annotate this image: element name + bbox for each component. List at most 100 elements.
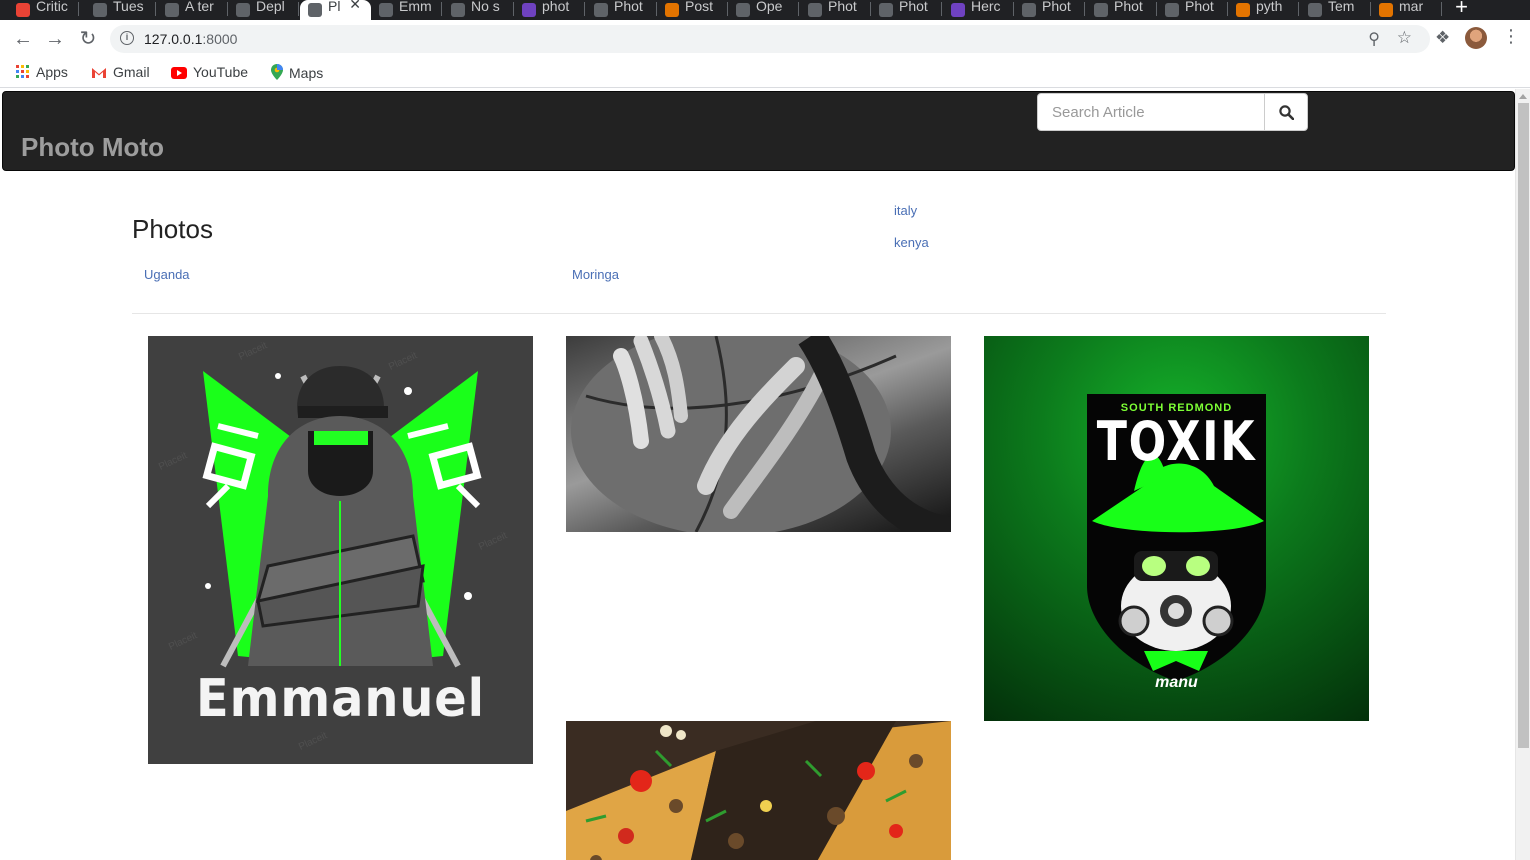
browser-tab[interactable]: No s: [443, 0, 514, 20]
photo-emmanuel[interactable]: Placeit Placeit Placeit Placeit Placeit …: [148, 336, 533, 764]
site-navbar: Photo Moto: [2, 91, 1515, 171]
browser-tab[interactable]: Phot: [871, 0, 942, 20]
location-link-italy[interactable]: italy: [894, 203, 917, 218]
search-input[interactable]: [1037, 93, 1265, 131]
bookmark-star-icon[interactable]: ☆: [1397, 28, 1412, 48]
browser-tab[interactable]: pyth: [1228, 0, 1299, 20]
tab-separator: [584, 2, 585, 16]
browser-tab[interactable]: mar: [1371, 0, 1442, 20]
tab-label: Post: [685, 0, 714, 14]
tab-separator: [1441, 2, 1442, 16]
category-link-uganda[interactable]: Uganda: [144, 267, 190, 282]
toxik-title: TOXIK: [1096, 410, 1257, 473]
tab-label: pyth: [1256, 0, 1283, 14]
tab-label: Critic: [36, 0, 68, 14]
bookmarks-bar: Apps Gmail YouTube Maps: [0, 58, 1530, 88]
tab-label: Phot: [1185, 0, 1214, 14]
toxik-badge-artwork: [1087, 394, 1266, 681]
tab-label: Phot: [828, 0, 857, 14]
category-link-moringa[interactable]: Moringa: [572, 267, 619, 282]
scrollbar-thumb[interactable]: [1518, 103, 1529, 748]
browser-tab[interactable]: Pl ✕: [300, 0, 371, 20]
bookmark-gmail[interactable]: Gmail: [91, 64, 150, 82]
tab-label: Herc: [971, 0, 1001, 14]
tab-label: Emm: [399, 0, 432, 14]
browser-tab[interactable]: Phot: [586, 0, 657, 20]
search-form: [1037, 93, 1309, 131]
tab-label: Phot: [1042, 0, 1071, 14]
apps-grid-icon: [16, 65, 30, 82]
forward-arrow-icon[interactable]: →: [44, 28, 66, 50]
browser-tab[interactable]: Phot: [1157, 0, 1228, 20]
reload-icon[interactable]: ↻: [77, 28, 99, 50]
tab-label: Phot: [899, 0, 928, 14]
browser-tab-strip: Critic Tues A ter Depl Pl ✕ Emm No s phot Phot Pos…: [0, 0, 1530, 20]
tab-close-icon[interactable]: ✕: [349, 0, 361, 11]
site-brand[interactable]: Photo Moto: [21, 132, 164, 163]
browser-tab[interactable]: Critic: [8, 0, 79, 20]
browser-tab[interactable]: Phot: [1086, 0, 1157, 20]
browser-tab[interactable]: A ter: [157, 0, 228, 20]
bookmark-label: Gmail: [113, 64, 150, 80]
tab-favicon-icon: [451, 3, 465, 17]
bookmark-youtube[interactable]: YouTube: [171, 64, 248, 82]
browser-menu-icon[interactable]: ⋮: [1502, 26, 1520, 47]
tab-favicon-icon: [1379, 3, 1393, 17]
gmail-icon: [91, 66, 107, 82]
browser-tab[interactable]: phot: [514, 0, 585, 20]
page-title: Photos: [132, 214, 213, 244]
section-divider: [132, 313, 1386, 314]
photo-toxik[interactable]: SOUTH REDMOND TOXIK manu: [984, 336, 1369, 721]
zoom-icon[interactable]: ⚲: [1368, 29, 1380, 49]
bookmark-label: Apps: [36, 64, 68, 80]
bookmark-label: Maps: [289, 65, 324, 81]
browser-tab[interactable]: Emm: [371, 0, 442, 20]
tab-label: Tues: [113, 0, 144, 14]
basketball-artwork: [571, 336, 951, 532]
browser-tab[interactable]: Herc: [943, 0, 1014, 20]
tab-label: A ter: [185, 0, 214, 14]
tab-separator: [798, 2, 799, 16]
browser-tab[interactable]: Ope: [728, 0, 799, 20]
tab-label: Pl: [328, 0, 341, 14]
photo-pizza[interactable]: [566, 721, 951, 860]
pizza-artwork: [566, 721, 951, 860]
page-scrollbar[interactable]: [1515, 89, 1530, 860]
tab-label: Tem: [1328, 0, 1355, 14]
bookmark-maps[interactable]: Maps: [271, 64, 323, 83]
photo-basketball[interactable]: [566, 336, 951, 532]
tab-favicon-icon: [1236, 3, 1250, 17]
site-info-icon[interactable]: i: [120, 31, 134, 45]
tab-favicon-icon: [879, 3, 893, 17]
browser-tab[interactable]: Post: [657, 0, 728, 20]
extensions-puzzle-icon[interactable]: ❖: [1435, 28, 1450, 48]
page-viewport: Photo Moto Photos italy kenya Uganda Mor…: [0, 89, 1530, 860]
maps-icon: [271, 64, 283, 83]
url-text: 127.0.0.1:8000: [144, 31, 238, 47]
profile-avatar[interactable]: [1465, 27, 1487, 49]
tab-label: mar: [1399, 0, 1424, 14]
back-arrow-icon[interactable]: ←: [12, 28, 34, 50]
browser-tab[interactable]: Tem: [1300, 0, 1371, 20]
tab-separator: [155, 2, 156, 16]
tab-label: Phot: [614, 0, 643, 14]
browser-tab[interactable]: Phot: [800, 0, 871, 20]
browser-tab[interactable]: Tues: [85, 0, 156, 20]
search-button[interactable]: [1264, 93, 1308, 131]
tab-favicon-icon: [1165, 3, 1179, 17]
new-tab-icon[interactable]: +: [1455, 0, 1468, 20]
location-link-kenya[interactable]: kenya: [894, 235, 929, 250]
tab-separator: [298, 2, 299, 16]
address-bar[interactable]: i 127.0.0.1:8000 ⚲ ☆: [110, 25, 1430, 53]
tab-separator: [441, 2, 442, 16]
browser-toolbar: ← → ↻ i 127.0.0.1:8000 ⚲ ☆ ❖ ⋮: [0, 20, 1530, 58]
browser-tab[interactable]: Phot: [1014, 0, 1085, 20]
scroll-up-arrow-icon[interactable]: [1519, 94, 1527, 99]
youtube-icon: [171, 66, 187, 82]
tab-favicon-icon: [522, 3, 536, 17]
browser-tab[interactable]: Depl: [228, 0, 299, 20]
bookmark-apps[interactable]: Apps: [16, 64, 68, 82]
tab-favicon-icon: [165, 3, 179, 17]
tab-label: No s: [471, 0, 500, 14]
tab-favicon-icon: [1022, 3, 1036, 17]
